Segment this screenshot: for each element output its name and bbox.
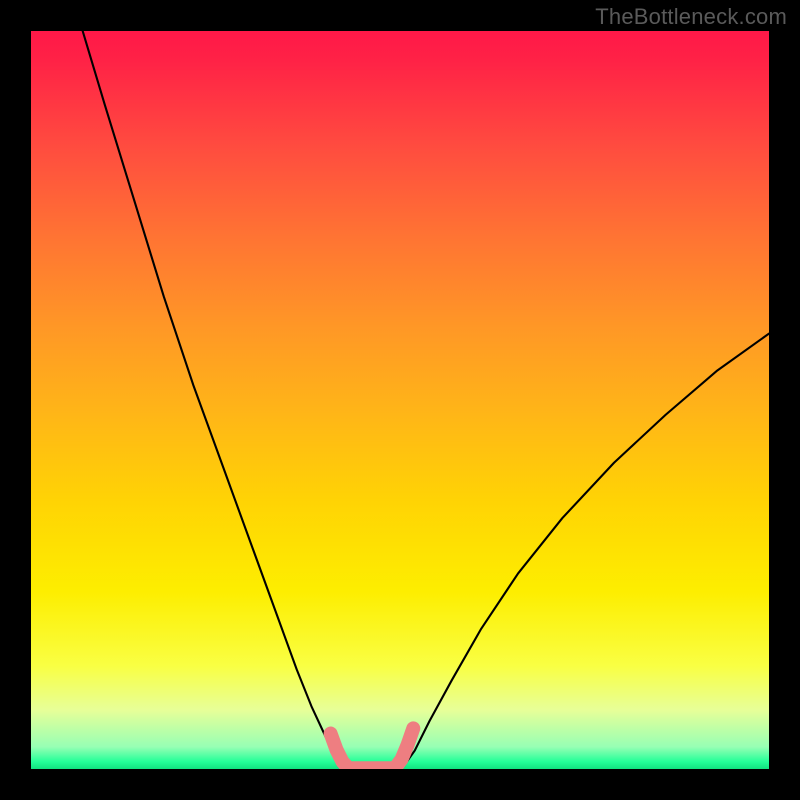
chart-frame: TheBottleneck.com: [0, 0, 800, 800]
watermark-text: TheBottleneck.com: [595, 4, 787, 30]
series-black-curve-left: [83, 31, 344, 766]
plot-area: [31, 31, 769, 769]
series-black-curve-right: [404, 334, 769, 766]
curves-svg: [31, 31, 769, 769]
series-pink-marker-right: [395, 728, 413, 768]
